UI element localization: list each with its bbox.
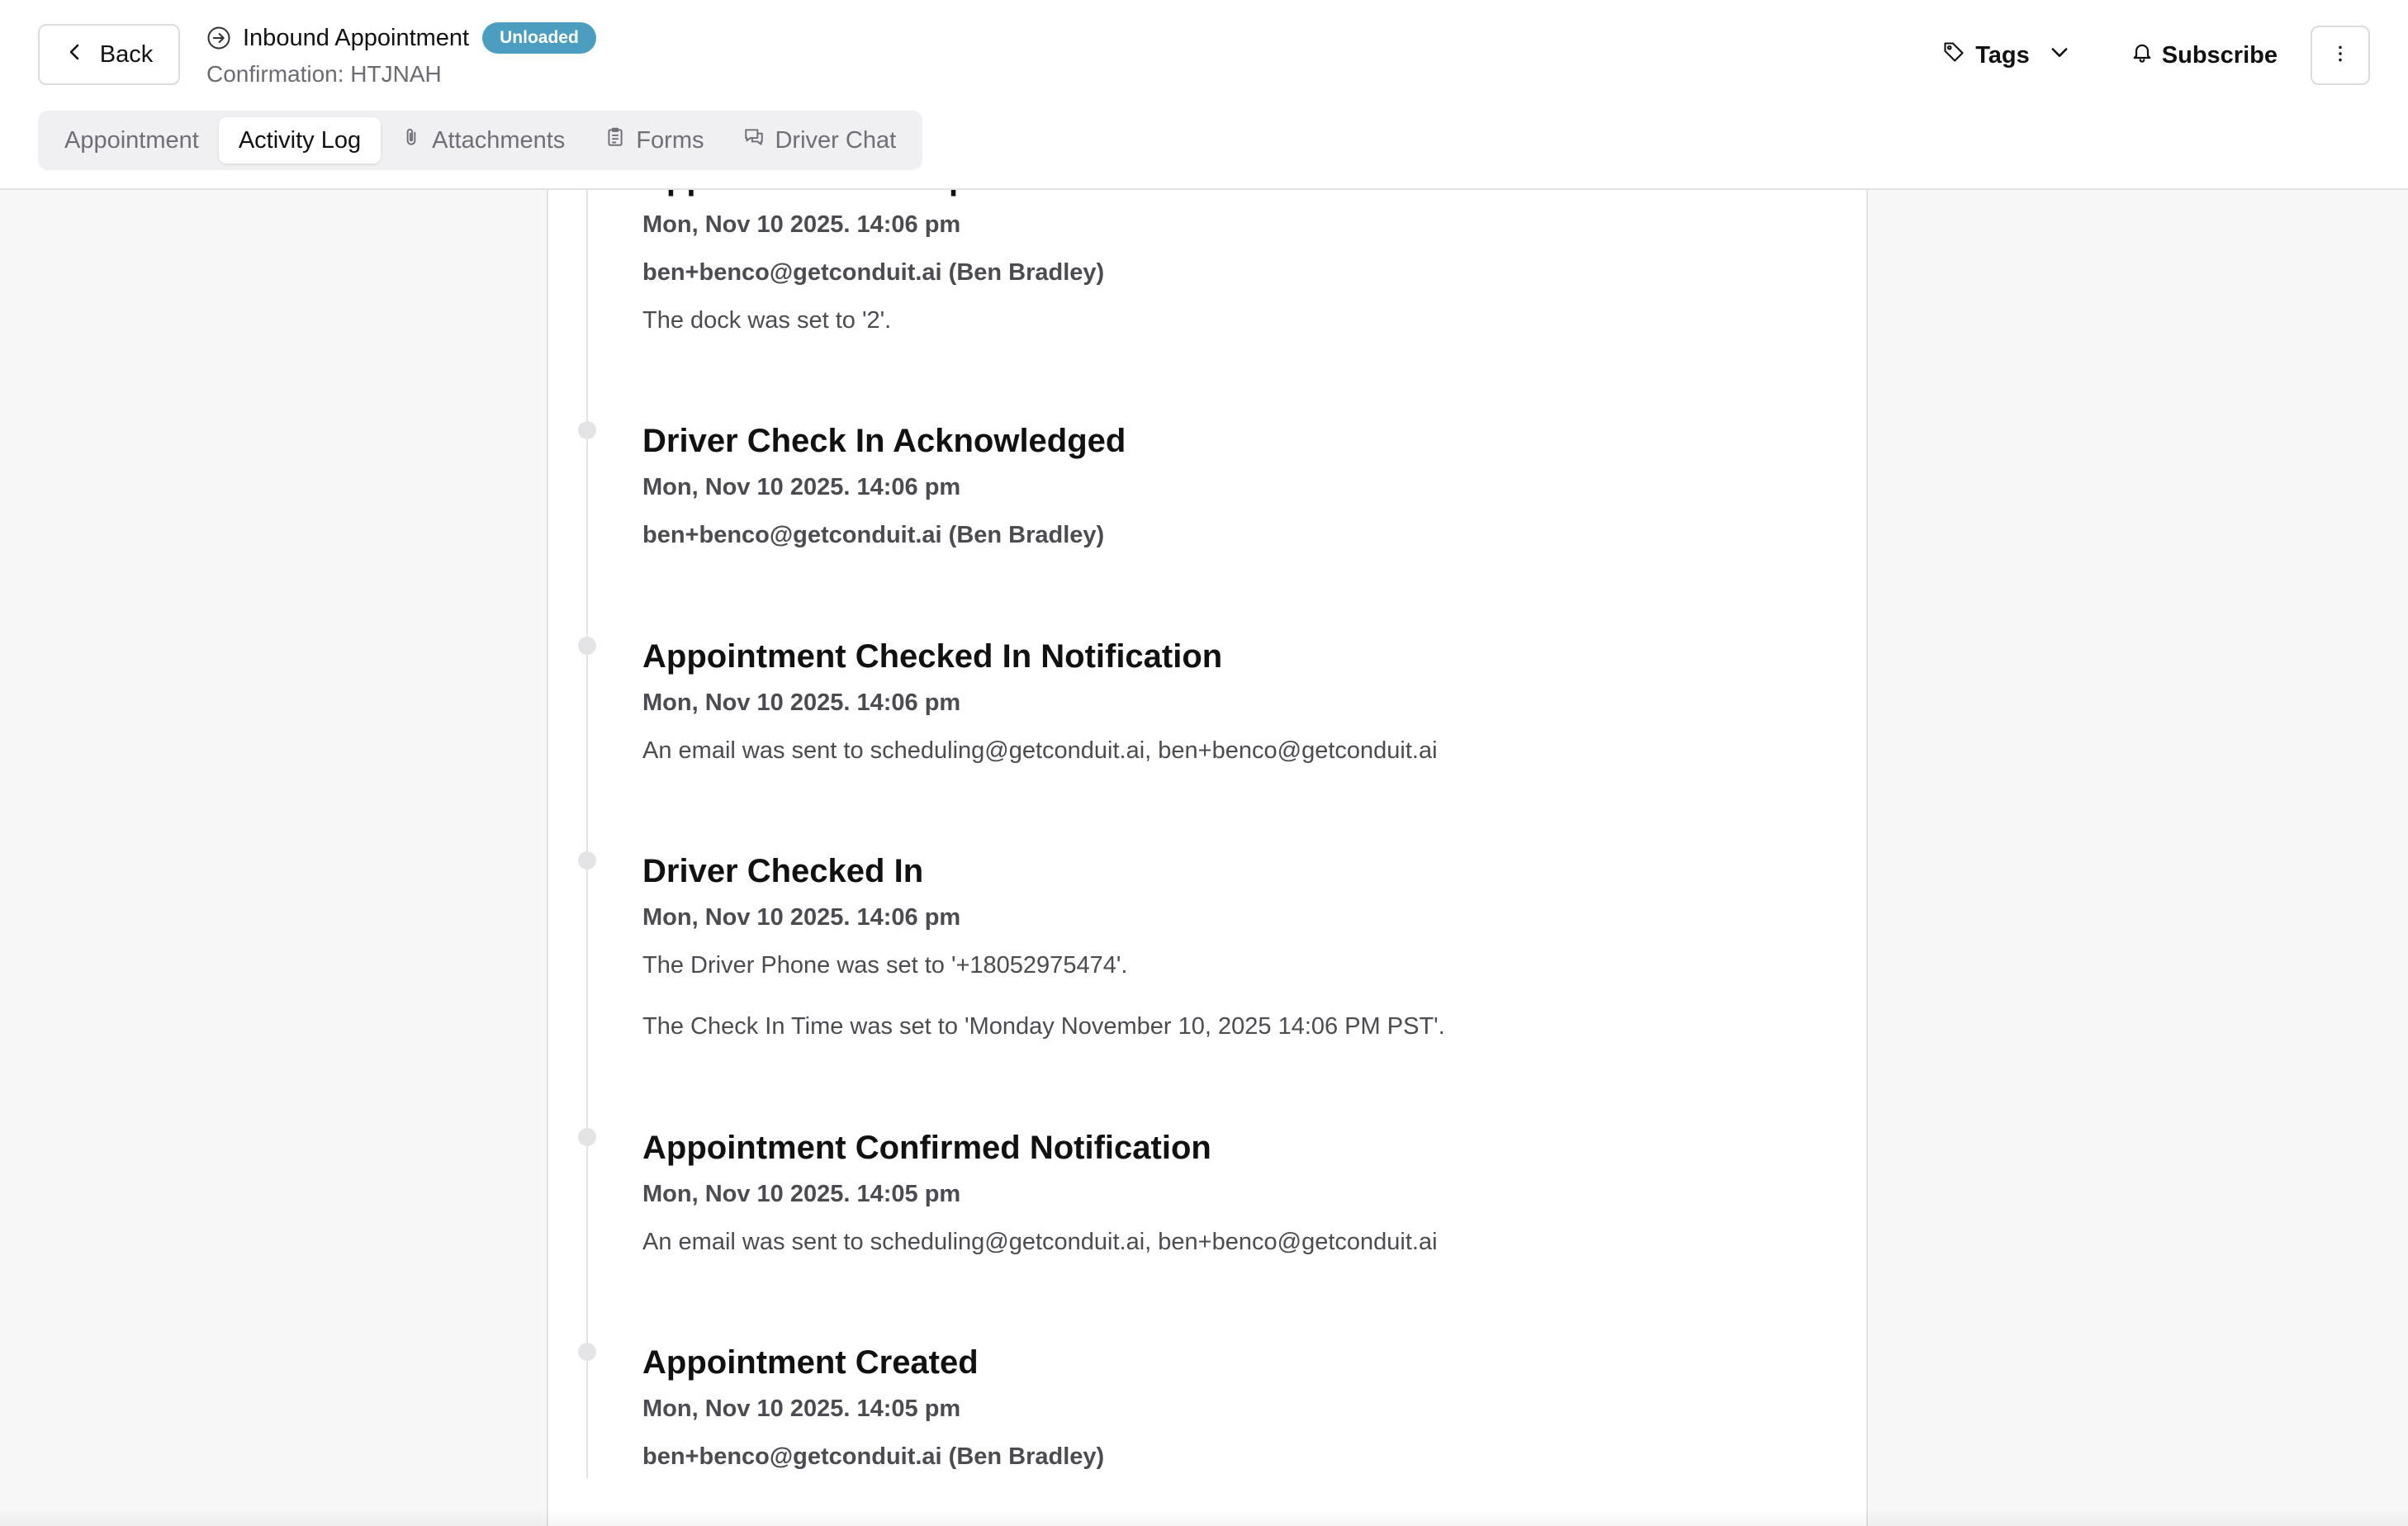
timeline-line [586,188,588,1478]
subscribe-button[interactable]: Subscribe [2122,26,2286,84]
event-title: Appointment Confirmed Notification [642,1130,1211,1166]
timeline-dot [578,1343,596,1361]
back-button[interactable]: Back [38,24,180,85]
event-timestamp: Mon, Nov 10 2025. 14:05 pm [642,1396,961,1422]
appointment-title-block: Inbound Appointment Unloaded Confirmatio… [206,21,596,88]
tags-dropdown[interactable]: Tags [1934,26,2079,84]
timeline-dot [578,851,596,870]
page-header: Back Inbound Appointment Unloaded Confir… [0,0,2408,190]
event-timestamp: Mon, Nov 10 2025. 14:06 pm [642,211,961,238]
event-user: ben+benco@getconduit.ai (Ben Bradley) [642,259,1105,286]
tab-label: Forms [636,126,704,154]
event-timestamp: Mon, Nov 10 2025. 14:05 pm [642,1181,961,1207]
timeline-dot [578,1128,596,1146]
activity-event: Driver Check In Acknowledged Mon, Nov 10… [578,421,1815,550]
tab-label: Appointment [64,126,199,154]
event-timestamp: Mon, Nov 10 2025. 14:06 pm [642,690,961,716]
chat-icon [743,126,765,154]
tab-forms[interactable]: Forms [585,117,723,164]
confirmation-number: Confirmation: HTJNAH [206,61,442,87]
event-title: Appointment Created [642,1344,979,1381]
bell-icon [2131,40,2154,70]
paperclip-icon [401,126,422,154]
tags-label: Tags [1975,41,2030,69]
tab-activity-log[interactable]: Activity Log [218,117,382,164]
tab-appointment[interactable]: Appointment [45,117,219,164]
tab-driver-chat[interactable]: Driver Chat [723,117,916,164]
event-detail: An email was sent to scheduling@getcondu… [642,737,1438,764]
clipboard-icon [604,126,626,154]
event-detail: The Check In Time was set to 'Monday Nov… [642,1013,1445,1040]
event-detail: An email was sent to scheduling@getcondu… [642,1229,1438,1255]
event-timestamp: Mon, Nov 10 2025. 14:06 pm [642,904,961,931]
timeline-dot [578,421,596,439]
event-timestamp: Mon, Nov 10 2025. 14:06 pm [642,474,961,500]
header-actions: Tags Subscribe [1934,26,2370,85]
tab-label: Driver Chat [775,126,897,154]
inbound-arrow-icon [206,26,231,50]
page-title: Inbound Appointment [243,24,470,51]
activity-event: Appointment Confirmed Notification Mon, … [578,1128,1815,1257]
chevron-down-icon [2048,40,2071,70]
chevron-left-icon [65,41,85,69]
event-user: ben+benco@getconduit.ai (Ben Bradley) [642,522,1105,548]
status-badge: Unloaded [482,22,596,54]
timeline-dot [578,637,596,655]
tab-label: Attachments [432,126,566,154]
tab-attachments[interactable]: Attachments [381,117,585,164]
tag-icon [1942,40,1965,70]
back-label: Back [99,40,154,68]
tab-label: Activity Log [238,126,362,154]
more-options-button[interactable] [2311,26,2370,85]
event-detail: The dock was set to '2'. [642,307,892,334]
event-detail: The Driver Phone was set to '+1805297547… [642,952,1128,979]
event-title: Driver Check In Acknowledged [642,423,1126,459]
activity-event: Driver Checked In Mon, Nov 10 2025. 14:0… [578,851,1815,1041]
event-title: Driver Checked In [642,853,924,889]
tab-bar: Appointment Activity Log Attachments For… [38,111,923,170]
bottom-shadow [0,1509,2408,1526]
event-user: ben+benco@getconduit.ai (Ben Bradley) [642,1443,1105,1470]
event-title: Appointment Checked In Notification [642,638,1223,675]
vertical-dots-icon [2330,43,2351,69]
activity-event: Appointment Checked In Notification Mon,… [578,637,1815,765]
activity-event: Appointment Created Mon, Nov 10 2025. 14… [578,1343,1815,1472]
subscribe-label: Subscribe [2161,41,2278,69]
